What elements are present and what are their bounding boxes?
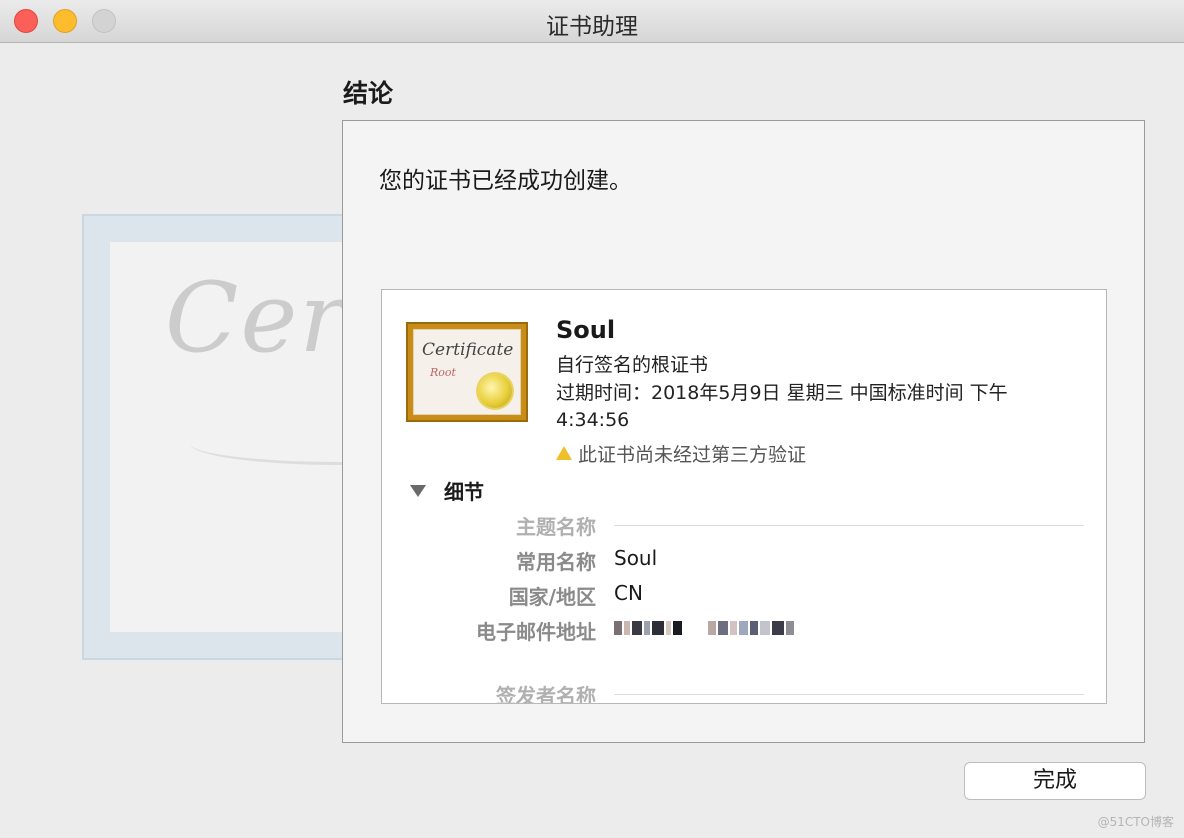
issuer-name-header: 签发者名称 — [382, 680, 1106, 704]
done-button[interactable]: 完成 — [964, 762, 1146, 800]
subject-name-label: 主题名称 — [516, 515, 596, 539]
divider — [614, 694, 1084, 695]
certificate-icon: Certificate Root — [406, 322, 528, 422]
disclosure-triangle-icon[interactable] — [410, 485, 426, 497]
certificate-type: 自行签名的根证书 — [556, 354, 709, 376]
common-name-value: Soul — [614, 546, 658, 570]
common-name-row: 常用名称 Soul — [382, 546, 1106, 576]
details-disclosure[interactable]: 细节 — [410, 476, 484, 505]
success-message: 您的证书已经成功创建。 — [379, 168, 632, 194]
certificate-name: Soul — [556, 316, 616, 344]
warning-icon — [556, 446, 572, 460]
conclusion-panel: 您的证书已经成功创建。 Certificate Root Soul 自行签名的根… — [342, 120, 1145, 743]
details-label: 细节 — [444, 480, 484, 504]
warning-text: 此证书尚未经过第三方验证 — [578, 444, 807, 466]
title-bar: 证书助理 — [0, 0, 1184, 43]
watermark: @51CTO博客 — [1097, 815, 1174, 829]
email-value-redacted — [614, 620, 894, 636]
country-row: 国家/地区 CN — [382, 581, 1106, 611]
divider — [614, 525, 1084, 526]
certificate-expiry: 过期时间：2018年5月9日 星期三 中国标准时间 下午4:34:56 — [556, 382, 1008, 431]
seal-icon — [478, 374, 512, 408]
subject-name-header: 主题名称 — [382, 511, 1106, 541]
certificate-icon-subtitle: Root — [430, 366, 456, 379]
issuer-name-label: 签发者名称 — [496, 684, 596, 704]
window-title: 证书助理 — [546, 14, 638, 40]
email-label: 电子邮件地址 — [476, 620, 596, 644]
certificate-warning: 此证书尚未经过第三方验证 — [556, 440, 806, 467]
certificate-icon-title: Certificate — [422, 340, 514, 360]
section-title: 结论 — [343, 79, 394, 108]
country-label: 国家/地区 — [508, 585, 596, 609]
email-row: 电子邮件地址 — [382, 616, 1106, 646]
certificate-card: Certificate Root Soul 自行签名的根证书 过期时间：2018… — [381, 289, 1107, 704]
common-name-label: 常用名称 — [516, 550, 596, 574]
country-value: CN — [614, 581, 643, 605]
